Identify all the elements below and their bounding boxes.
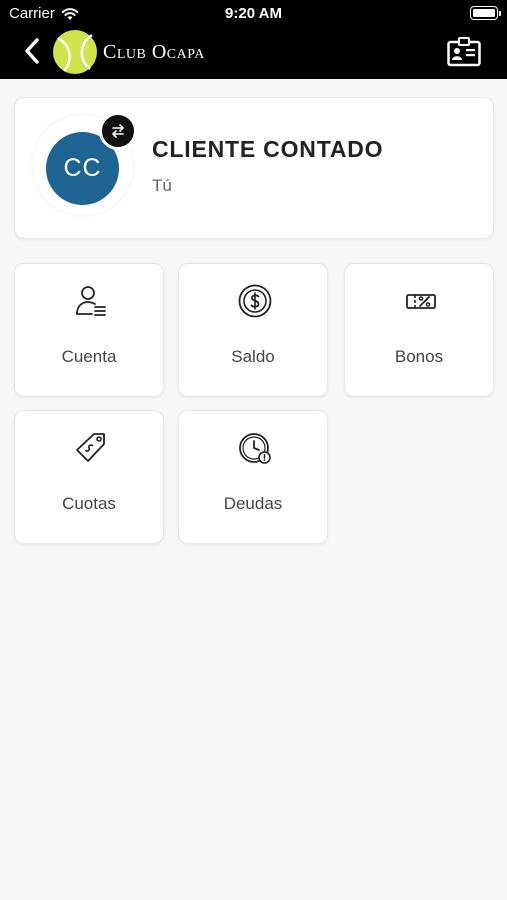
battery-icon <box>470 6 501 20</box>
profile-card: CC CLIENTE CONTADO Tú <box>14 97 494 239</box>
top-bar: Carrier 9:20 AM Club Ocapa <box>0 0 507 79</box>
user-list-icon <box>76 286 106 316</box>
dollar-coin-icon <box>238 284 272 318</box>
avatar-container: CC <box>33 112 137 215</box>
menu-tile-label: Deudas <box>223 494 283 513</box>
menu-tile-deudas[interactable]: Deudas <box>178 410 328 544</box>
menu-tile-label: Saldo <box>231 347 275 366</box>
tennis-ball-logo-icon <box>53 30 97 74</box>
clock-warning-icon <box>239 433 271 464</box>
menu-tile-label: Cuenta <box>61 347 117 366</box>
club-name: Club Ocapa <box>103 41 205 63</box>
menu-tile-label: Bonos <box>394 347 444 366</box>
nav-bar: Club Ocapa <box>0 28 507 79</box>
menu-tile-bonos[interactable]: Bonos <box>344 263 494 397</box>
status-bar: Carrier 9:20 AM <box>0 0 507 28</box>
switch-account-button[interactable] <box>99 112 137 150</box>
menu-tile-label: Cuotas <box>62 494 116 513</box>
id-card-icon[interactable] <box>447 37 481 67</box>
menu-tile-cuotas[interactable]: Cuotas <box>14 410 164 544</box>
price-tag-icon <box>76 433 105 462</box>
profile-name: CLIENTE CONTADO <box>152 136 384 162</box>
percent-ticket-icon <box>406 294 436 309</box>
menu-tile-saldo[interactable]: Saldo <box>178 263 328 397</box>
swap-arrows-icon <box>112 124 124 138</box>
back-chevron-icon[interactable] <box>20 36 44 66</box>
avatar-initials: CC <box>63 154 102 182</box>
profile-subtitle: Tú <box>152 176 172 195</box>
menu-tile-cuenta[interactable]: Cuenta <box>14 263 164 397</box>
clock: 9:20 AM <box>225 5 282 22</box>
